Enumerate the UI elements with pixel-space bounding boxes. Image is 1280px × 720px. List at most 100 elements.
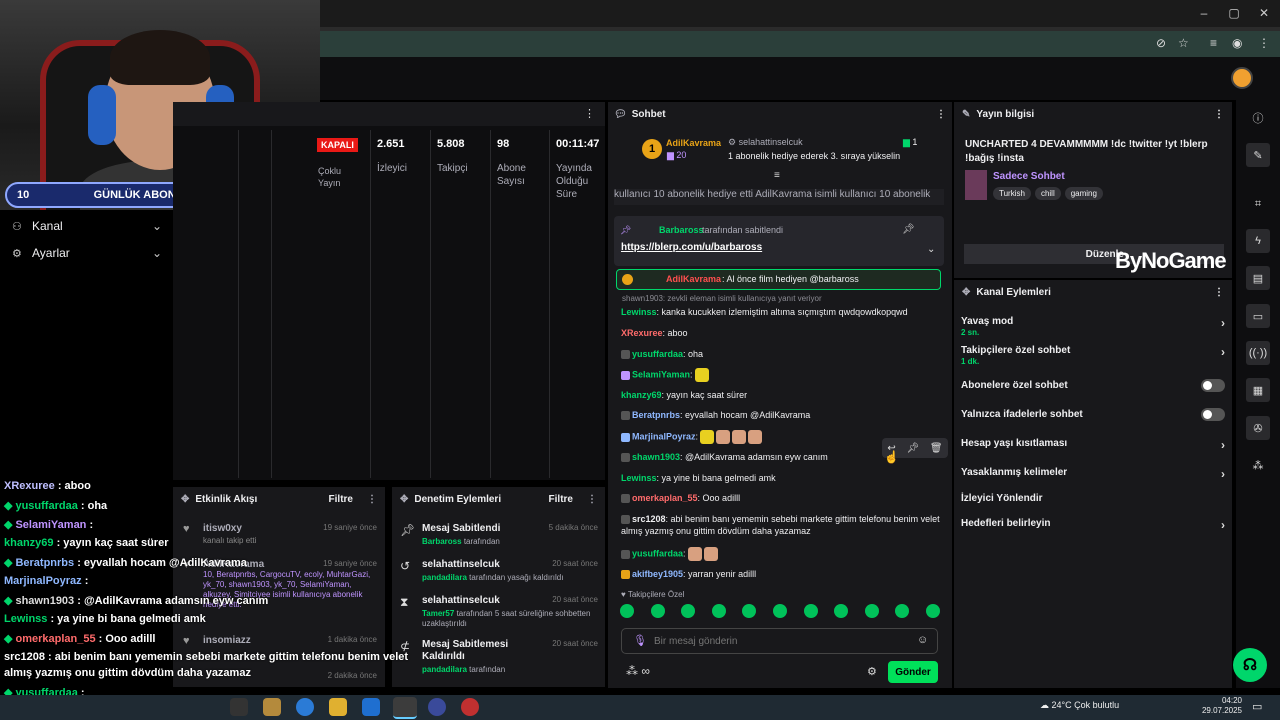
toggle-switch[interactable] xyxy=(1201,379,1225,392)
unpin-button[interactable]: 📌︎ xyxy=(902,224,915,235)
emoji-icon[interactable] xyxy=(742,604,757,618)
mod-item[interactable]: 📌︎ Mesaj Sabitlendi 5 dakika önce Barbar… xyxy=(400,523,598,547)
more-icon[interactable]: ⋮ xyxy=(936,109,946,120)
message-user[interactable]: SelamiYaman xyxy=(632,369,690,379)
chrome-icon[interactable] xyxy=(393,697,417,719)
category-name[interactable]: Sadece Sohbet xyxy=(993,171,1065,182)
message-user[interactable]: Beratpnrbs xyxy=(632,410,680,420)
more-icon[interactable]: ⋮ xyxy=(584,107,595,120)
emoji-icon[interactable]: ☺ xyxy=(917,634,928,646)
channel-action-item[interactable]: İzleyici Yönlendir xyxy=(961,493,1225,504)
info-icon[interactable]: ⓘ xyxy=(1246,106,1270,130)
outlook-icon[interactable] xyxy=(362,698,380,716)
notification-icon[interactable]: ▭ xyxy=(1252,700,1262,713)
extensions-icon[interactable]: ⁂ xyxy=(1246,453,1270,477)
message-user[interactable]: khanzy69 xyxy=(621,390,662,400)
channel-action-item[interactable]: Yavaş mod 2 sn. › xyxy=(961,316,1225,337)
weather[interactable]: ☁ 24°C Çok bulutlu xyxy=(1040,700,1119,711)
star-icon[interactable]: ☆ xyxy=(1178,36,1189,50)
nav-item-ayarlar[interactable]: ⚙ Ayarlar ⌄ xyxy=(12,243,162,263)
message-user[interactable]: src1208 xyxy=(632,514,666,524)
send-button[interactable]: Gönder xyxy=(888,661,938,683)
chat-message[interactable]: SelamiYaman: xyxy=(621,368,941,382)
message-user[interactable]: omerkaplan_55 xyxy=(632,493,698,503)
channel-action-item[interactable]: Yasaklanmış kelimeler › xyxy=(961,467,1225,481)
emoji-icon[interactable] xyxy=(772,604,787,618)
profile-icon[interactable]: ◉ xyxy=(1232,36,1242,50)
clock[interactable]: 04:20 29.07.2025 xyxy=(1200,696,1242,716)
chat-message[interactable]: omerkaplan_55: Ooo adilll xyxy=(621,492,941,504)
drag-icon[interactable]: ✥ xyxy=(962,287,970,298)
mic-icon[interactable]: 🎙︎ xyxy=(633,634,647,647)
drag-icon[interactable]: ✥ xyxy=(400,494,408,505)
message-user[interactable]: XRexuree xyxy=(621,328,663,338)
emoji-icon[interactable] xyxy=(650,604,665,618)
emoji-icon[interactable] xyxy=(834,604,849,618)
more-icon[interactable]: ⋮ xyxy=(1214,109,1224,120)
task-view-icon[interactable] xyxy=(230,698,248,716)
chat-message[interactable]: akifbey1905: yarran yenir adilll xyxy=(621,568,941,580)
highlighted-message[interactable]: AdilKavrama : Al önce film hediyen @barb… xyxy=(616,269,941,290)
mod-item[interactable]: ⧗ selahattinselcuk 20 saat önce Tamer57 … xyxy=(400,595,598,629)
emoji-icon[interactable] xyxy=(925,604,940,618)
nav-item-kanal[interactable]: ⚇ Kanal ⌄ xyxy=(12,216,162,236)
channel-action-item[interactable]: Hedefleri belirleyin › xyxy=(961,518,1225,532)
emoji-icon[interactable] xyxy=(681,604,696,618)
chat-message[interactable]: Beratpnrbs: eyvallah hocam @AdilKavrama xyxy=(621,409,941,421)
chat-message[interactable]: XRexuree: aboo xyxy=(621,327,941,339)
chat-bubble-icon[interactable]: ▭ xyxy=(1246,304,1270,328)
toggle-switch[interactable] xyxy=(1201,408,1225,421)
chat-message[interactable]: yusuffardaa: oha xyxy=(621,348,941,360)
emoji-icon[interactable] xyxy=(803,604,818,618)
maximize-button[interactable]: ▢ xyxy=(1226,6,1242,20)
hype-user-1[interactable]: AdilKavrama xyxy=(666,138,721,148)
channel-action-item[interactable]: Hesap yaşı kısıtlaması › xyxy=(961,438,1225,452)
emoji-icon[interactable] xyxy=(895,604,910,618)
app-icon[interactable] xyxy=(428,698,446,716)
chevron-down-icon[interactable]: ⌄ xyxy=(927,244,935,255)
message-user[interactable]: shawn1903 xyxy=(632,452,680,462)
edge-icon[interactable] xyxy=(296,698,314,716)
tag[interactable]: chill xyxy=(1034,187,1061,200)
chat-message[interactable]: Lewinss: kanka kucukken izlemiştim altım… xyxy=(621,306,941,318)
mod-item[interactable]: ⊄ Mesaj Sabitlemesi Kaldırıldı 20 saat ö… xyxy=(400,639,598,675)
channel-action-item[interactable]: Takipçilere özel sohbet 1 dk. › xyxy=(961,345,1225,366)
trash-icon[interactable]: 🗑︎ xyxy=(930,443,943,454)
layout-icon[interactable]: ▦ xyxy=(1246,378,1270,402)
folder-icon[interactable] xyxy=(329,698,347,716)
lightning-icon[interactable]: ϟ xyxy=(1246,229,1270,253)
close-button[interactable]: ✕ xyxy=(1256,6,1272,20)
avatar[interactable] xyxy=(1231,67,1253,89)
more-icon[interactable]: ⋮ xyxy=(587,494,597,505)
channel-points-icon[interactable]: ⁂ ∞ xyxy=(626,664,650,678)
channel-action-item[interactable]: Abonelere özel sohbet xyxy=(961,379,1225,392)
emoji-icon[interactable] xyxy=(620,604,634,618)
mod-item[interactable]: ↺ selahattinselcuk 20 saat önce pandadil… xyxy=(400,559,598,583)
chat-message[interactable]: Lewinss: ya yine bi bana gelmedi amk xyxy=(621,472,941,484)
message-user[interactable]: Lewinss xyxy=(621,473,657,483)
broadcast-icon[interactable]: ((·)) xyxy=(1246,341,1270,365)
wrench-icon[interactable]: ✇ xyxy=(1246,416,1270,440)
menu-icon[interactable]: ⋮ xyxy=(1258,36,1270,50)
collapse-icon[interactable]: ≡ xyxy=(774,170,780,181)
pinned-message[interactable]: 📌︎ Barbaross tarafından sabitlendi https… xyxy=(614,216,944,266)
tag[interactable]: gaming xyxy=(1064,187,1103,200)
message-user[interactable]: Lewinss xyxy=(621,307,657,317)
chat-message[interactable]: khanzy69: yayın kaç saat sürer xyxy=(621,389,941,401)
channel-action-item[interactable]: Yalnızca ifadelerle sohbet xyxy=(961,408,1225,421)
filter-button[interactable]: Filtre xyxy=(549,494,573,505)
eye-off-icon[interactable]: ⊘ xyxy=(1156,36,1166,50)
obs-icon[interactable] xyxy=(461,698,479,716)
chat-message[interactable]: yusuffardaa: xyxy=(621,547,941,561)
emoji-icon[interactable] xyxy=(864,604,879,618)
message-user[interactable]: yusuffardaa xyxy=(632,349,683,359)
pinned-link[interactable]: https://blerp.com/u/barbaross xyxy=(621,242,762,253)
chat-settings-icon[interactable]: ⚙ xyxy=(867,665,877,678)
hype-user-2[interactable]: ⚙ selahattinselcuk xyxy=(728,137,803,148)
message-user[interactable]: MarjinalPoyraz xyxy=(632,431,696,441)
chat-input[interactable] xyxy=(621,628,938,654)
pencil-icon[interactable]: ✎ xyxy=(1246,143,1270,167)
message-user[interactable]: yusuffardaa xyxy=(632,548,683,558)
minimize-button[interactable]: – xyxy=(1196,6,1212,20)
message-user[interactable]: akifbey1905 xyxy=(632,569,683,579)
